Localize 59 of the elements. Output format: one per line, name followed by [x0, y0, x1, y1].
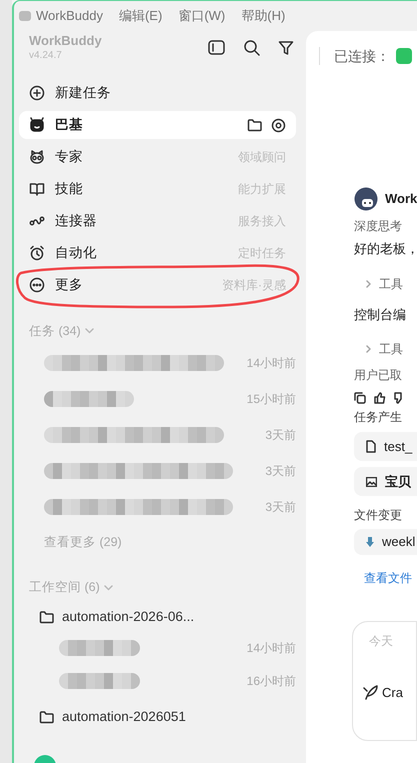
plus-circle-icon — [29, 85, 45, 101]
folder-icon — [247, 118, 262, 132]
status-text: 用户已取 — [354, 367, 403, 384]
reply-text: 控制台编 — [354, 306, 407, 324]
connected-label: 已连接： — [334, 46, 390, 66]
chat-app-icon[interactable] — [396, 48, 412, 64]
workspace-folder[interactable]: automation-2026-06... — [62, 606, 194, 627]
folder-icon — [39, 710, 54, 724]
changed-file-card[interactable]: weekl — [354, 529, 417, 555]
task-time: 15小时前 — [246, 391, 296, 408]
filter-icon — [278, 40, 294, 56]
task-time: 3天前 — [265, 499, 296, 516]
reply-text: 好的老板， — [354, 240, 417, 258]
chevron-right-icon — [366, 280, 371, 288]
app-title: WorkBuddy — [29, 32, 102, 49]
section-label: 任务产生 — [354, 409, 403, 426]
robot-face-icon — [29, 117, 45, 133]
thinking-label[interactable]: 深度思考 — [354, 217, 417, 235]
owl-icon — [29, 149, 45, 165]
task-time: 3天前 — [265, 427, 296, 444]
task-time: 16小时前 — [246, 673, 296, 690]
menu-item[interactable]: 编辑(E) — [118, 6, 162, 26]
task-time: 3天前 — [265, 463, 296, 480]
view-files-link[interactable]: 查看文件 — [364, 569, 412, 587]
open-book-icon — [29, 181, 45, 197]
chevron-right-icon — [366, 345, 371, 353]
robot-avatar-icon — [354, 187, 378, 211]
copy-icon — [354, 392, 366, 404]
document-icon — [366, 440, 376, 453]
workspace-folder[interactable]: automation-2026051 — [62, 706, 186, 727]
chevron-down-icon — [104, 584, 113, 591]
app-menu[interactable]: WorkBuddy — [36, 6, 103, 26]
ellipsis-circle-icon — [29, 277, 45, 293]
folder-icon — [39, 610, 54, 624]
image-icon — [366, 476, 377, 486]
nav-item[interactable]: 新建任务 — [19, 79, 296, 107]
output-file-card[interactable]: 宝贝 — [354, 467, 417, 496]
nav-item[interactable]: 巴基 — [19, 111, 296, 139]
thumbs-up-icon — [374, 392, 386, 404]
tool-call-toggle[interactable]: 工具 — [379, 340, 403, 358]
gear-icon — [271, 118, 286, 132]
search-icon — [243, 39, 260, 56]
mode-button[interactable]: Cra — [382, 683, 403, 702]
sender-name: Work — [385, 190, 417, 208]
tool-call-toggle[interactable]: 工具 — [379, 274, 403, 292]
menu-item[interactable]: 帮助(H) — [241, 6, 286, 26]
input-placeholder: 今天 — [369, 633, 394, 650]
chevron-down-icon — [84, 328, 94, 334]
download-arrow-icon — [366, 537, 374, 547]
menu-item[interactable]: 窗口(W) — [178, 6, 226, 26]
feather-pen-icon — [363, 685, 378, 700]
section-label: 文件变更 — [354, 507, 403, 524]
task-time: 14小时前 — [246, 355, 296, 372]
alarm-clock-icon — [29, 245, 45, 261]
sidebar-toggle-icon — [208, 40, 225, 55]
thumbs-down-icon — [394, 392, 402, 404]
output-file-card[interactable]: test_ — [354, 432, 417, 461]
chat-input-box[interactable]: 今天 Cra — [352, 621, 417, 741]
task-time: 14小时前 — [246, 640, 296, 658]
